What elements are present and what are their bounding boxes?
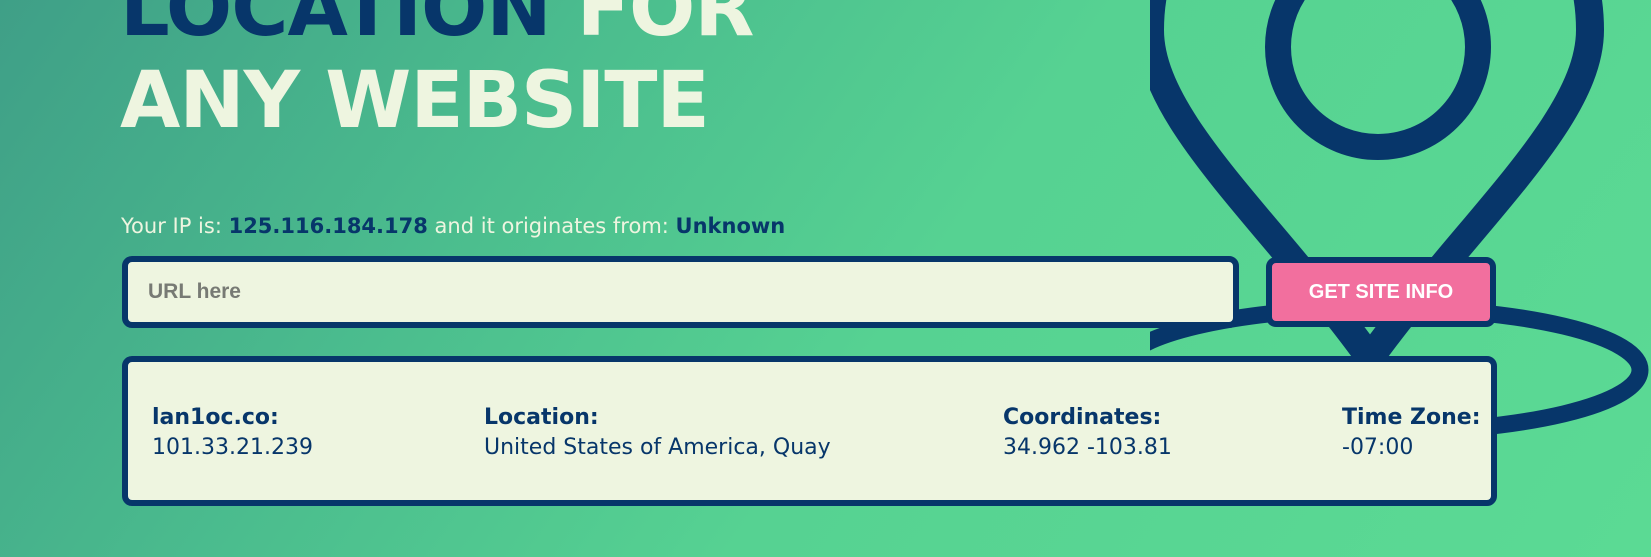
location-column: Location: United States of America, Quay xyxy=(484,403,831,463)
host-label: lan1oc.co: xyxy=(152,405,279,430)
host-ip-value: 101.33.21.239 xyxy=(152,435,313,460)
coordinates-value: 34.962 -103.81 xyxy=(1003,435,1172,460)
url-input[interactable] xyxy=(122,256,1239,328)
user-ip-address: 125.116.184.178 xyxy=(228,214,428,238)
timezone-column: Time Zone: -07:00 xyxy=(1342,403,1481,463)
timezone-label: Time Zone: xyxy=(1342,405,1481,430)
ip-prefix-text: Your IP is: xyxy=(121,214,222,238)
hero-title-light-word: FOR xyxy=(576,0,755,54)
ip-info-line: Your IP is: 125.116.184.178 and it origi… xyxy=(121,214,785,238)
hero-title-line2: ANY WEBSITE xyxy=(120,56,710,146)
hero-title-dark-word: LOCATION xyxy=(120,0,552,54)
site-info-card: lan1oc.co: 101.33.21.239 Location: Unite… xyxy=(122,356,1497,506)
host-column: lan1oc.co: 101.33.21.239 xyxy=(152,403,313,463)
hero-title-line1: LOCATION FOR xyxy=(120,0,754,48)
location-label: Location: xyxy=(484,405,599,430)
location-value: United States of America, Quay xyxy=(484,435,831,460)
ip-middle-text: and it originates from: xyxy=(434,214,669,238)
coordinates-label: Coordinates: xyxy=(1003,405,1162,430)
coordinates-column: Coordinates: 34.962 -103.81 xyxy=(1003,403,1172,463)
ip-origin: Unknown xyxy=(675,214,786,238)
timezone-value: -07:00 xyxy=(1342,435,1414,460)
get-site-info-button[interactable]: GET SITE INFO xyxy=(1266,257,1496,327)
